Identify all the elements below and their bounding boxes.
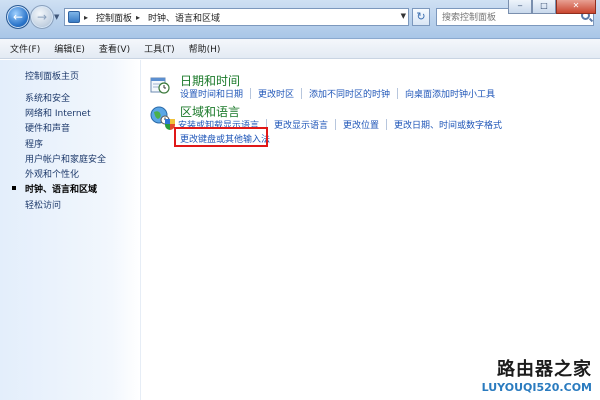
sidebar-item-user-accounts[interactable]: 用户帐户和家庭安全 bbox=[25, 152, 106, 165]
sidebar-item-hardware-sound[interactable]: 硬件和声音 bbox=[25, 121, 70, 134]
link-separator bbox=[335, 119, 337, 130]
breadcrumb-chevron-icon[interactable]: ▸ bbox=[136, 13, 140, 22]
link-change-location[interactable]: 更改位置 bbox=[343, 118, 379, 131]
address-dropdown-icon[interactable]: ▼ bbox=[401, 12, 406, 20]
close-icon: ✕ bbox=[572, 1, 580, 10]
control-panel-icon bbox=[68, 11, 80, 23]
sidebar-item-programs[interactable]: 程序 bbox=[25, 137, 43, 150]
breadcrumb-chevron-icon[interactable]: ▸ bbox=[84, 13, 88, 22]
window-controls: ‒ □ ✕ bbox=[508, 0, 596, 14]
current-item-bullet-icon bbox=[12, 186, 16, 190]
sidebar-item-appearance[interactable]: 外观和个性化 bbox=[25, 167, 79, 180]
link-separator bbox=[397, 88, 399, 99]
close-button[interactable]: ✕ bbox=[556, 0, 596, 14]
link-separator bbox=[386, 119, 388, 130]
sidebar: 控制面板主页 系统和安全 网络和 Internet 硬件和声音 程序 用户帐户和… bbox=[0, 60, 141, 400]
link-change-time-zone[interactable]: 更改时区 bbox=[258, 87, 294, 100]
watermark-logo: 路由器之家 bbox=[497, 359, 592, 380]
control-panel-window: ← → ▼ ▸ 控制面板 ▸ 时钟、语言和区域 ▼ ↻ ‒ □ ✕ 文件(F) … bbox=[0, 0, 600, 400]
back-arrow-icon: ← bbox=[12, 10, 24, 24]
refresh-button[interactable]: ↻ bbox=[412, 8, 430, 26]
minimize-button[interactable]: ‒ bbox=[508, 0, 532, 14]
breadcrumb-clock-language-region[interactable]: 时钟、语言和区域 bbox=[148, 11, 220, 24]
sidebar-item-ease-of-access[interactable]: 轻松访问 bbox=[25, 198, 61, 211]
calendar-clock-icon[interactable] bbox=[150, 75, 170, 95]
link-add-clocks[interactable]: 添加不同时区的时钟 bbox=[309, 87, 390, 100]
watermark-url: LUYOUQI520.COM bbox=[481, 381, 592, 394]
date-time-links: 设置时间和日期 更改时区 添加不同时区的时钟 向桌面添加时钟小工具 bbox=[180, 87, 495, 100]
breadcrumb-control-panel[interactable]: 控制面板 bbox=[96, 11, 132, 24]
link-separator bbox=[250, 88, 252, 99]
forward-arrow-icon: → bbox=[36, 10, 48, 24]
watermark: 路由器之家 LUYOUQI520.COM bbox=[482, 355, 592, 394]
link-add-clock-gadget[interactable]: 向桌面添加时钟小工具 bbox=[405, 87, 495, 100]
menu-bar: 文件(F) 编辑(E) 查看(V) 工具(T) 帮助(H) bbox=[0, 39, 600, 59]
maximize-button[interactable]: □ bbox=[532, 0, 556, 14]
menu-help[interactable]: 帮助(H) bbox=[189, 42, 221, 55]
menu-edit[interactable]: 编辑(E) bbox=[54, 42, 85, 55]
sidebar-item-clock-language-region[interactable]: 时钟、语言和区域 bbox=[25, 182, 97, 195]
link-change-formats[interactable]: 更改日期、时间或数字格式 bbox=[394, 118, 502, 131]
menu-view[interactable]: 查看(V) bbox=[99, 42, 130, 55]
link-change-display-language[interactable]: 更改显示语言 bbox=[274, 118, 328, 131]
minimize-icon: ‒ bbox=[517, 1, 523, 10]
title-bar: ← → ▼ ▸ 控制面板 ▸ 时钟、语言和区域 ▼ ↻ ‒ □ ✕ bbox=[0, 0, 600, 39]
highlight-box bbox=[174, 127, 268, 147]
refresh-icon: ↻ bbox=[416, 10, 426, 23]
link-separator bbox=[301, 88, 303, 99]
sidebar-item-control-panel-home[interactable]: 控制面板主页 bbox=[25, 69, 79, 82]
menu-tools[interactable]: 工具(T) bbox=[144, 42, 175, 55]
maximize-icon: □ bbox=[540, 1, 548, 10]
menu-file[interactable]: 文件(F) bbox=[10, 42, 40, 55]
main-content: 日期和时间 设置时间和日期 更改时区 添加不同时区的时钟 向桌面添加时钟小工具 … bbox=[140, 60, 600, 400]
sidebar-item-network-internet[interactable]: 网络和 Internet bbox=[25, 106, 91, 119]
forward-button[interactable]: → bbox=[30, 5, 54, 29]
address-bar[interactable]: ▸ 控制面板 ▸ 时钟、语言和区域 ▼ bbox=[64, 8, 409, 26]
sidebar-item-system-security[interactable]: 系统和安全 bbox=[25, 91, 70, 104]
link-set-time-date[interactable]: 设置时间和日期 bbox=[180, 87, 243, 100]
recent-pages-dropdown-icon[interactable]: ▼ bbox=[54, 13, 59, 21]
back-button[interactable]: ← bbox=[6, 5, 30, 29]
